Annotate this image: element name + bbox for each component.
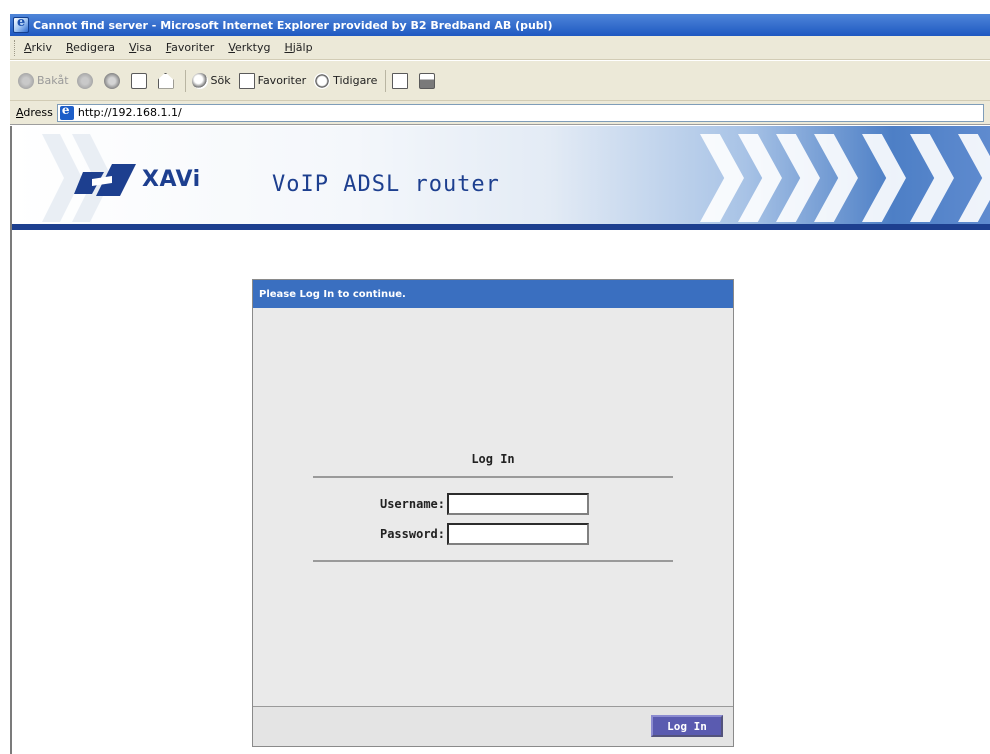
browser-window: Cannot find server - Microsoft Internet …	[0, 0, 990, 754]
login-panel-footer: Log In	[253, 706, 733, 746]
header-banner: XAVi VoIP ADSL router	[12, 126, 990, 230]
login-form: Log In Username: Password:	[253, 308, 733, 701]
printer-icon	[419, 72, 436, 89]
search-icon	[191, 72, 208, 89]
stop-button[interactable]	[103, 72, 123, 89]
page-content: XAVi VoIP ADSL router Please Log In to c…	[10, 126, 990, 754]
login-button[interactable]: Log In	[651, 715, 723, 737]
refresh-icon	[130, 72, 147, 89]
favorites-icon	[238, 72, 255, 89]
toolbar-grip[interactable]	[14, 40, 17, 56]
menu-tools[interactable]: Verktyg	[228, 41, 270, 54]
menu-file[interactable]: Arkiv	[24, 41, 52, 54]
home-button[interactable]	[157, 72, 177, 89]
password-label: Password:	[379, 527, 445, 541]
menu-view[interactable]: Visa	[129, 41, 152, 54]
product-title: VoIP ADSL router	[272, 172, 500, 197]
search-button[interactable]: Sök	[191, 72, 231, 89]
username-row: Username:	[253, 492, 733, 516]
back-label: Bakåt	[37, 74, 69, 87]
forward-button[interactable]	[76, 72, 96, 89]
forward-arrow-icon	[76, 72, 93, 89]
xavi-logo-icon	[74, 162, 140, 196]
address-url: http://192.168.1.1/	[77, 106, 182, 119]
print-button[interactable]	[419, 72, 438, 89]
chevron-decoration	[958, 134, 990, 222]
search-label: Sök	[210, 74, 231, 87]
brand-logo: XAVi	[74, 162, 201, 196]
divider	[313, 476, 673, 478]
history-label: Tidigare	[333, 74, 378, 87]
home-icon	[157, 72, 174, 89]
history-icon	[314, 72, 331, 89]
internet-explorer-icon	[13, 15, 29, 33]
mail-icon	[392, 72, 409, 89]
login-panel-header: Please Log In to continue.	[253, 280, 733, 308]
banner-rule	[12, 224, 990, 230]
brand-name: XAVi	[142, 166, 201, 192]
toolbar-separator	[385, 69, 387, 92]
page-icon	[59, 103, 74, 120]
back-button[interactable]: Bakåt	[18, 72, 69, 89]
menu-favorites[interactable]: Favoriter	[166, 41, 215, 54]
favorites-button[interactable]: Favoriter	[238, 72, 307, 89]
standard-toolbar: Bakåt Sök Favoriter Tidigare	[10, 61, 990, 101]
address-label: Adress	[16, 106, 53, 119]
password-row: Password:	[253, 522, 733, 546]
username-input[interactable]	[447, 493, 589, 515]
password-input[interactable]	[447, 523, 589, 545]
favorites-label: Favoriter	[257, 74, 307, 87]
menu-help[interactable]: Hjälp	[284, 41, 312, 54]
chevron-decoration	[814, 134, 858, 222]
title-bar: Cannot find server - Microsoft Internet …	[10, 14, 990, 36]
back-arrow-icon	[18, 72, 34, 89]
chevron-decoration	[776, 134, 820, 222]
chevron-decoration	[738, 134, 782, 222]
stop-icon	[103, 72, 120, 89]
window-title: Cannot find server - Microsoft Internet …	[33, 18, 553, 32]
menu-edit[interactable]: Redigera	[66, 41, 115, 54]
login-title: Log In	[471, 452, 515, 466]
refresh-button[interactable]	[130, 72, 150, 89]
login-panel: Please Log In to continue. Log In Userna…	[252, 279, 734, 747]
toolbar-separator	[184, 69, 186, 92]
history-button[interactable]: Tidigare	[314, 72, 378, 89]
chevron-decoration	[700, 134, 744, 222]
chevron-decoration	[862, 134, 906, 222]
chevron-decoration	[910, 134, 954, 222]
address-bar: Adress http://192.168.1.1/	[10, 101, 990, 125]
menu-bar: Arkiv Redigera Visa Favoriter Verktyg Hj…	[10, 36, 990, 60]
address-input[interactable]: http://192.168.1.1/	[56, 103, 984, 122]
mail-button[interactable]	[392, 72, 411, 89]
username-label: Username:	[379, 497, 445, 511]
divider	[313, 560, 673, 562]
